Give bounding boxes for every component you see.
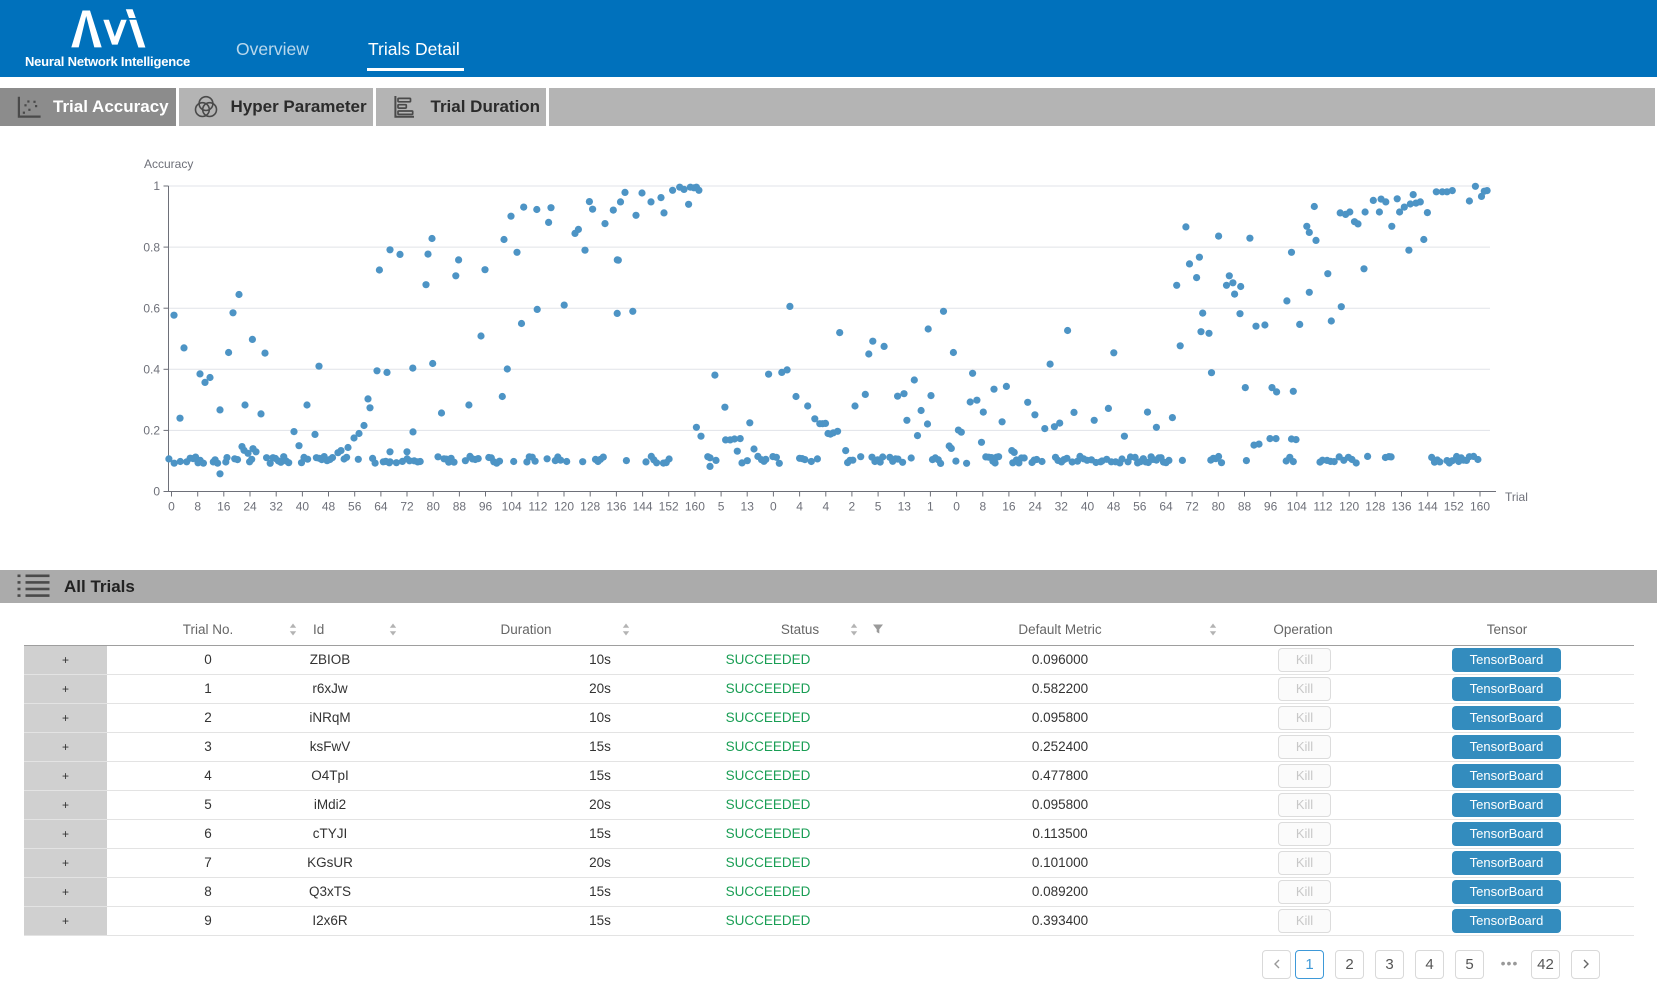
svg-text:112: 112 [1313,500,1332,514]
svg-text:32: 32 [1055,500,1069,514]
svg-text:88: 88 [1238,500,1252,514]
svg-text:0.6: 0.6 [143,301,160,315]
svg-text:120: 120 [1339,500,1359,514]
svg-text:16: 16 [217,500,231,514]
svg-text:80: 80 [1212,500,1226,514]
svg-text:80: 80 [427,500,441,514]
svg-text:152: 152 [1444,500,1464,514]
svg-text:24: 24 [243,500,257,514]
svg-text:0.8: 0.8 [143,240,160,254]
svg-text:40: 40 [296,500,310,514]
svg-text:0: 0 [153,485,160,499]
svg-text:56: 56 [1133,500,1147,514]
svg-text:120: 120 [554,500,574,514]
svg-text:13: 13 [898,500,912,514]
svg-text:0.4: 0.4 [143,363,160,377]
svg-text:16: 16 [1002,500,1016,514]
svg-text:Accuracy: Accuracy [144,157,193,171]
svg-text:144: 144 [1418,500,1438,514]
svg-text:104: 104 [1287,500,1307,514]
svg-text:160: 160 [685,500,705,514]
svg-text:72: 72 [400,500,414,514]
svg-text:128: 128 [1365,500,1385,514]
svg-text:1: 1 [927,500,934,514]
svg-text:0: 0 [953,500,960,514]
svg-text:1: 1 [153,179,160,193]
svg-text:0: 0 [168,500,175,514]
svg-text:13: 13 [741,500,755,514]
svg-text:4: 4 [796,500,803,514]
svg-text:64: 64 [374,500,388,514]
svg-text:8: 8 [194,500,201,514]
svg-text:96: 96 [479,500,493,514]
svg-text:160: 160 [1470,500,1490,514]
svg-text:144: 144 [633,500,653,514]
svg-text:136: 136 [1391,500,1411,514]
svg-text:64: 64 [1159,500,1173,514]
svg-text:152: 152 [659,500,679,514]
svg-text:56: 56 [348,500,362,514]
svg-text:136: 136 [606,500,626,514]
svg-text:5: 5 [718,500,725,514]
svg-text:72: 72 [1185,500,1199,514]
svg-text:4: 4 [822,500,829,514]
svg-text:96: 96 [1264,500,1278,514]
svg-text:8: 8 [979,500,986,514]
svg-text:88: 88 [453,500,467,514]
svg-text:48: 48 [1107,500,1121,514]
svg-text:48: 48 [322,500,336,514]
svg-text:2: 2 [849,500,856,514]
svg-text:32: 32 [270,500,284,514]
svg-text:0: 0 [770,500,777,514]
svg-text:104: 104 [502,500,522,514]
svg-text:40: 40 [1081,500,1095,514]
svg-text:0.2: 0.2 [143,424,160,438]
svg-text:24: 24 [1028,500,1042,514]
svg-text:5: 5 [875,500,882,514]
svg-text:128: 128 [580,500,600,514]
svg-text:112: 112 [528,500,547,514]
svg-text:Trial: Trial [1505,490,1528,504]
